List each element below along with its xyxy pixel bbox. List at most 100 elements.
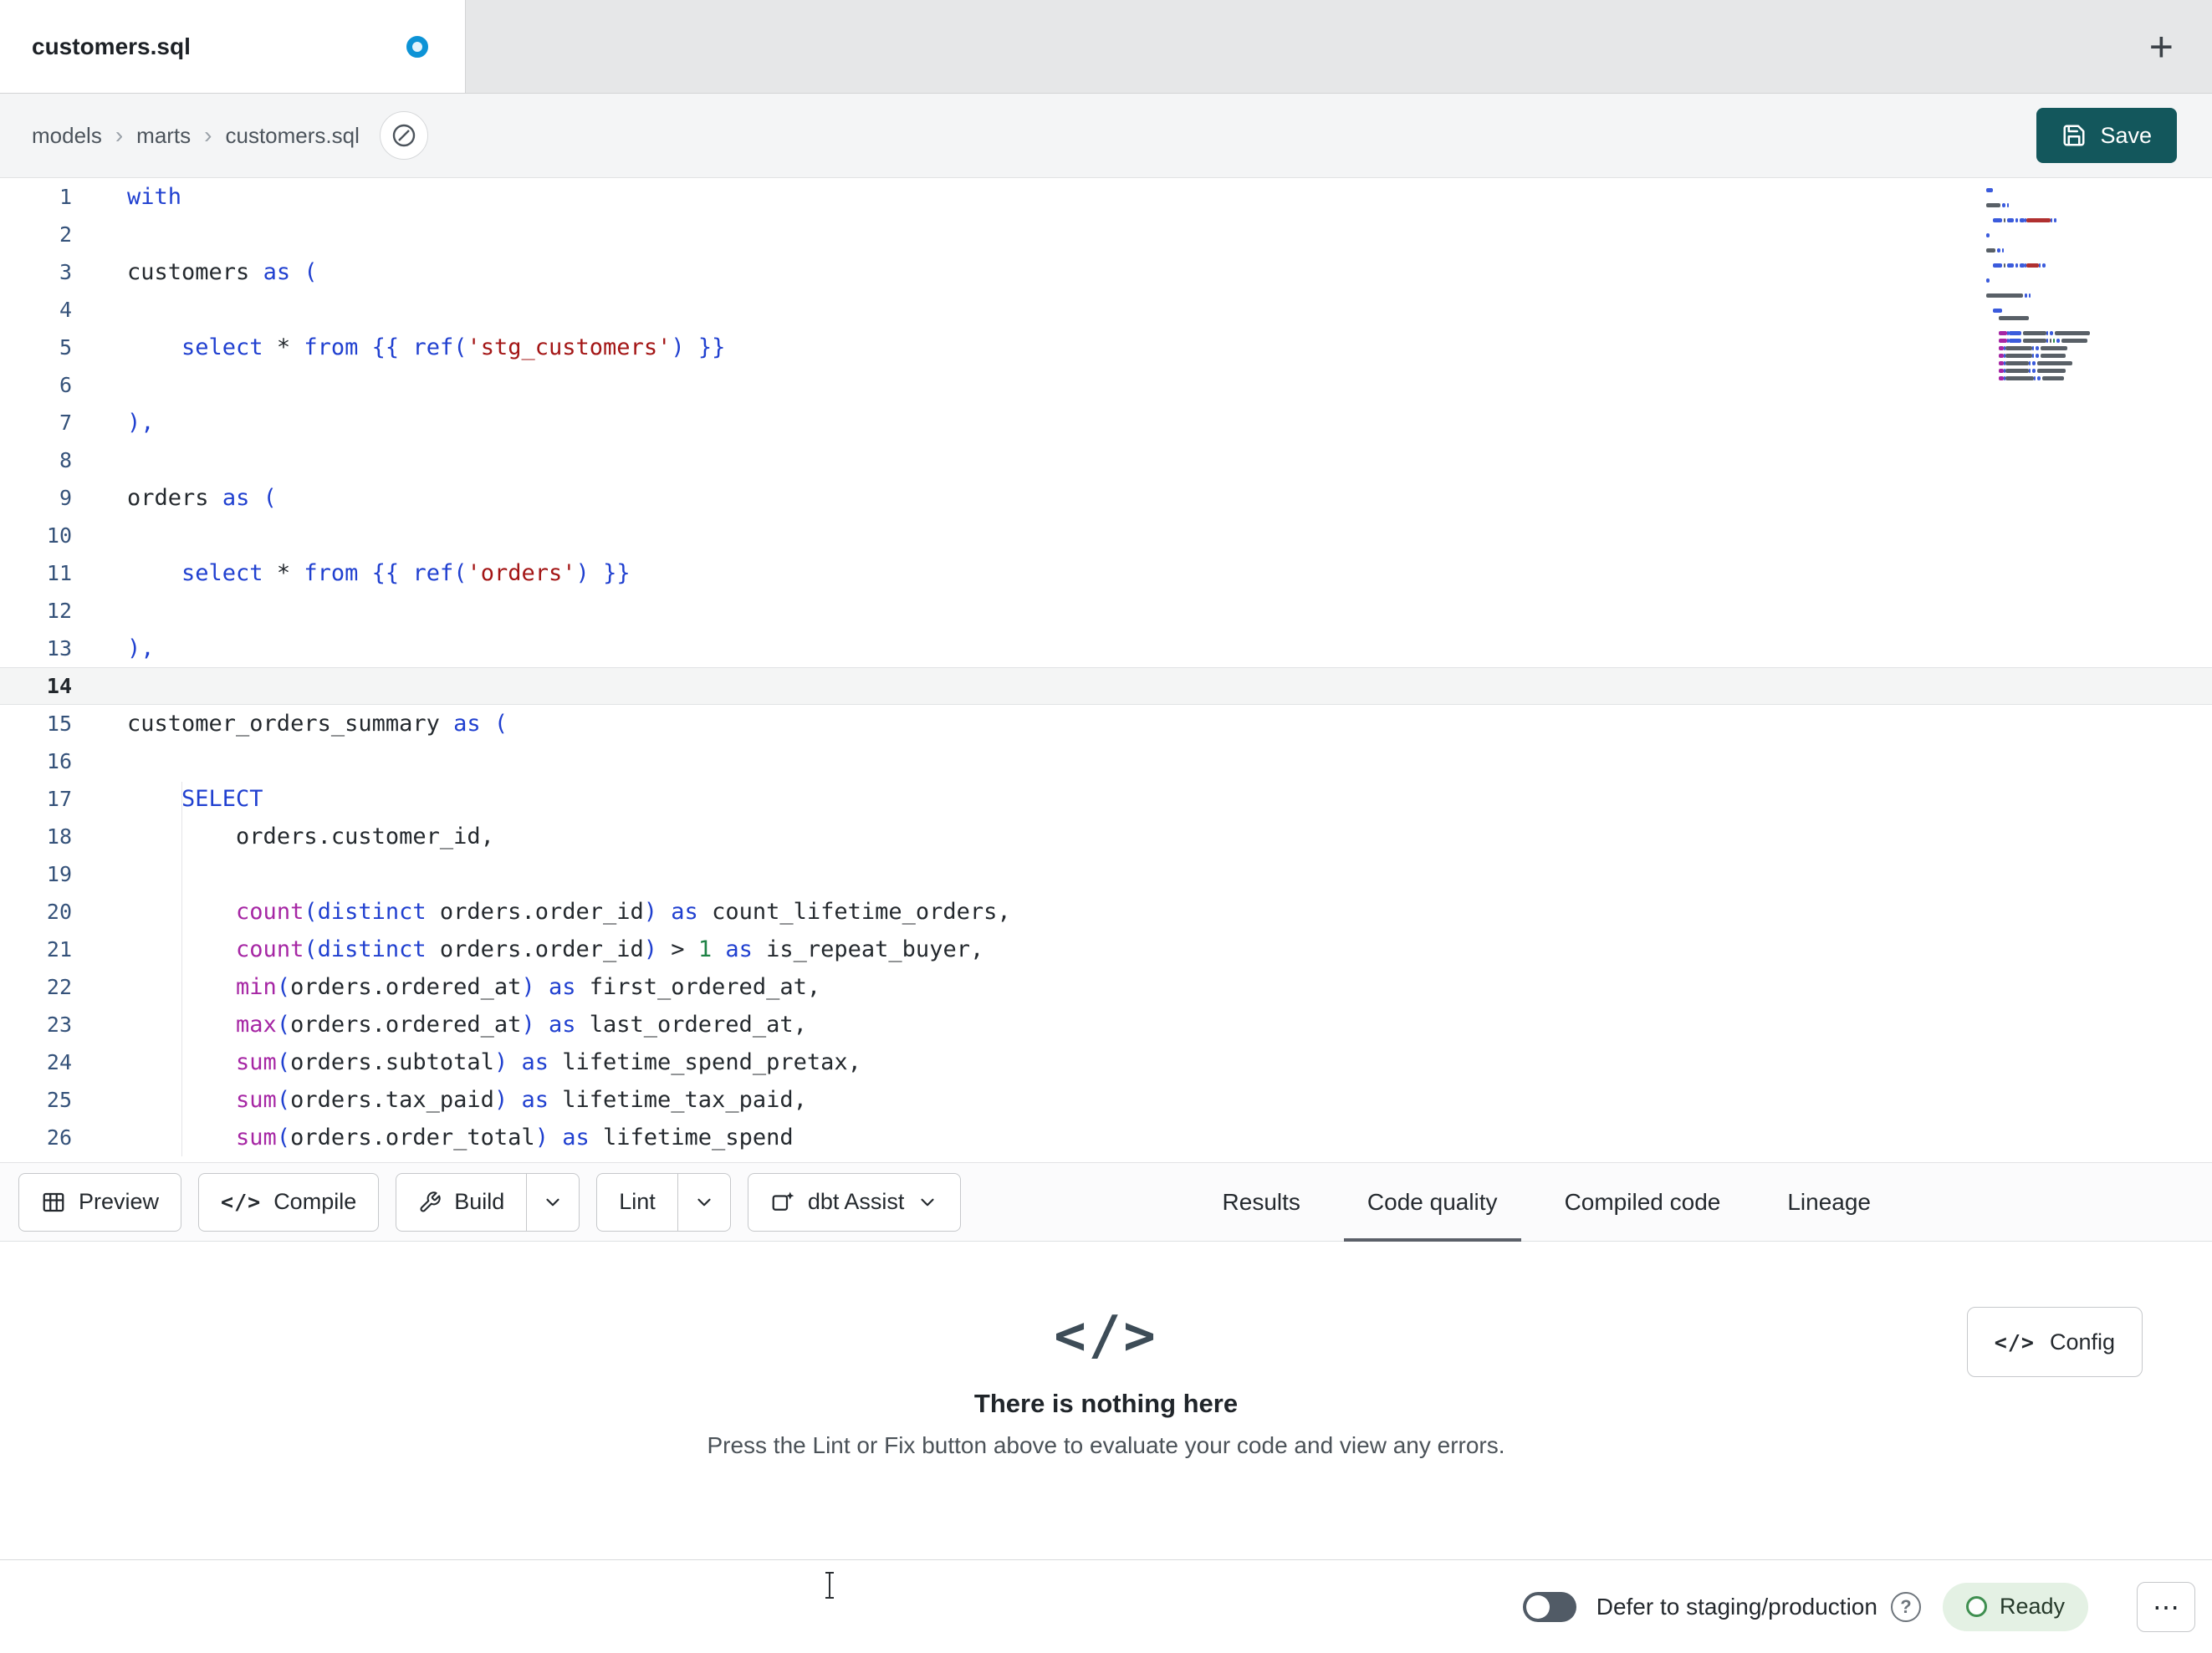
line-number: 13 bbox=[46, 636, 72, 661]
line-number: 26 bbox=[46, 1125, 72, 1150]
new-tab-button[interactable]: + bbox=[2149, 26, 2174, 68]
chevron-down-icon bbox=[921, 1198, 934, 1206]
code-line[interactable]: 16 bbox=[0, 742, 2212, 780]
code-line[interactable]: 24 sum(orders.subtotal) as lifetime_spen… bbox=[0, 1043, 2212, 1081]
more-options-button[interactable]: ⋯ bbox=[2137, 1581, 2195, 1632]
code-line[interactable]: 15 customer_orders_summary as ( bbox=[0, 705, 2212, 742]
code-line[interactable]: 25 sum(orders.tax_paid) as lifetime_tax_… bbox=[0, 1081, 2212, 1119]
save-button[interactable]: Save bbox=[2036, 108, 2177, 163]
line-number: 14 bbox=[46, 674, 72, 698]
table-icon bbox=[43, 1192, 64, 1212]
code-line[interactable]: 11 select * from {{ ref('orders') }} bbox=[0, 554, 2212, 592]
line-number: 17 bbox=[46, 787, 72, 811]
code-brackets-icon: </> bbox=[1054, 1305, 1158, 1367]
code-line[interactable]: 4 bbox=[0, 291, 2212, 329]
code-editor[interactable]: 1 with 2 3 customers as (4 5 select * from {{… bbox=[0, 178, 2212, 1162]
tab-lineage[interactable]: Lineage bbox=[1754, 1163, 1904, 1241]
code-line[interactable]: 12 bbox=[0, 592, 2212, 630]
chevron-right-icon: › bbox=[115, 122, 124, 148]
line-number: 22 bbox=[46, 975, 72, 999]
dbt-assist-button[interactable]: dbt Assist bbox=[747, 1172, 962, 1232]
wrench-icon bbox=[420, 1191, 441, 1212]
lint-button[interactable]: Lint bbox=[596, 1172, 677, 1232]
save-icon bbox=[2063, 125, 2085, 146]
empty-state-subtitle: Press the Lint or Fix button above to ev… bbox=[707, 1432, 1505, 1458]
status-badge-label: Ready bbox=[1999, 1594, 2065, 1619]
code-line[interactable]: 5 select * from {{ ref('stg_customers') … bbox=[0, 329, 2212, 366]
tab-code-quality[interactable]: Code quality bbox=[1334, 1163, 1531, 1242]
line-number: 9 bbox=[59, 486, 72, 510]
code-line[interactable]: 22 min(orders.ordered_at) as first_order… bbox=[0, 968, 2212, 1006]
line-number: 3 bbox=[59, 260, 72, 284]
tab-compiled-code[interactable]: Compiled code bbox=[1531, 1163, 1755, 1241]
dbt-ide-window: customers.sql + models › marts › custome… bbox=[0, 0, 2212, 1653]
code-line[interactable]: 18 orders.customer_id, bbox=[0, 818, 2212, 855]
breadcrumb-item-models[interactable]: models bbox=[32, 123, 102, 149]
build-dropdown-button[interactable] bbox=[526, 1172, 580, 1232]
line-number: 10 bbox=[46, 523, 72, 548]
tab-results[interactable]: Results bbox=[1189, 1163, 1334, 1241]
build-button-group: Build bbox=[396, 1172, 580, 1232]
compile-button-label: Compile bbox=[273, 1189, 357, 1214]
code-line[interactable]: 9 orders as ( bbox=[0, 479, 2212, 517]
tab-customers-sql[interactable]: customers.sql bbox=[0, 0, 466, 93]
code-line[interactable]: 19 bbox=[0, 855, 2212, 893]
breadcrumb-bar: models › marts › customers.sql Save bbox=[0, 94, 2212, 178]
editor-action-bar: Preview </> Compile Build Lint dbt Assis… bbox=[0, 1162, 2212, 1242]
minimap[interactable] bbox=[1986, 186, 2112, 382]
dbt-logo-icon bbox=[392, 124, 416, 147]
line-number: 12 bbox=[46, 599, 72, 623]
code-icon: </> bbox=[1994, 1329, 2035, 1355]
build-button-label: Build bbox=[454, 1189, 505, 1214]
compile-button[interactable]: </> Compile bbox=[198, 1172, 380, 1232]
line-number: 16 bbox=[46, 749, 72, 773]
help-icon[interactable]: ? bbox=[1890, 1591, 1921, 1622]
chevron-down-icon bbox=[546, 1198, 559, 1206]
chevron-down-icon bbox=[697, 1198, 711, 1206]
code-line[interactable]: 3 customers as ( bbox=[0, 253, 2212, 291]
code-line[interactable]: 14 bbox=[0, 667, 2212, 705]
line-number: 15 bbox=[46, 712, 72, 736]
line-number: 20 bbox=[46, 900, 72, 924]
defer-label: Defer to staging/production bbox=[1596, 1593, 1877, 1620]
line-number: 25 bbox=[46, 1088, 72, 1112]
line-number: 23 bbox=[46, 1013, 72, 1037]
lint-button-group: Lint bbox=[596, 1172, 731, 1232]
code-line[interactable]: 2 bbox=[0, 216, 2212, 253]
code-line[interactable]: 26 sum(orders.order_total) as lifetime_s… bbox=[0, 1119, 2212, 1156]
dbt-assist-button-label: dbt Assist bbox=[807, 1189, 905, 1214]
code-line[interactable]: 17 SELECT bbox=[0, 780, 2212, 818]
code-lines: 1 with 2 3 customers as (4 5 select * from {{… bbox=[0, 178, 2212, 1156]
line-number: 1 bbox=[59, 185, 72, 209]
breadcrumb-item-marts[interactable]: marts bbox=[136, 123, 191, 149]
preview-button-label: Preview bbox=[79, 1189, 160, 1214]
line-number: 7 bbox=[59, 411, 72, 435]
code-line[interactable]: 23 max(orders.ordered_at) as last_ordere… bbox=[0, 1006, 2212, 1043]
line-number: 18 bbox=[46, 824, 72, 849]
file-tab-bar: customers.sql + bbox=[0, 0, 2212, 94]
preview-button[interactable]: Preview bbox=[18, 1172, 182, 1232]
code-line[interactable]: 10 bbox=[0, 517, 2212, 554]
code-line[interactable]: 20 count(distinct orders.order_id) as co… bbox=[0, 893, 2212, 931]
code-line[interactable]: 1 with bbox=[0, 178, 2212, 216]
lint-button-label: Lint bbox=[619, 1189, 656, 1214]
result-tabs: Results Code quality Compiled code Linea… bbox=[1189, 1163, 1904, 1242]
code-line[interactable]: 13), bbox=[0, 630, 2212, 667]
dbt-logo-icon-button[interactable] bbox=[379, 111, 428, 160]
config-button[interactable]: </> Config bbox=[1966, 1307, 2143, 1377]
code-line[interactable]: 21 count(distinct orders.order_id) > 1 a… bbox=[0, 931, 2212, 968]
line-number: 6 bbox=[59, 373, 72, 397]
line-number: 2 bbox=[59, 222, 72, 247]
text-cursor-pointer bbox=[825, 1572, 834, 1599]
lint-dropdown-button[interactable] bbox=[677, 1172, 731, 1232]
line-number: 21 bbox=[46, 937, 72, 962]
build-button[interactable]: Build bbox=[396, 1172, 527, 1232]
line-number: 8 bbox=[59, 448, 72, 472]
breadcrumb-item-customers-sql: customers.sql bbox=[225, 122, 360, 148]
unsaved-changes-indicator bbox=[406, 35, 428, 58]
code-line[interactable]: 8 bbox=[0, 441, 2212, 479]
code-line[interactable]: 6 bbox=[0, 366, 2212, 404]
code-line[interactable]: 7), bbox=[0, 404, 2212, 441]
code-quality-panel: </> There is nothing here Press the Lint… bbox=[0, 1242, 2212, 1559]
defer-toggle[interactable] bbox=[1522, 1591, 1576, 1622]
